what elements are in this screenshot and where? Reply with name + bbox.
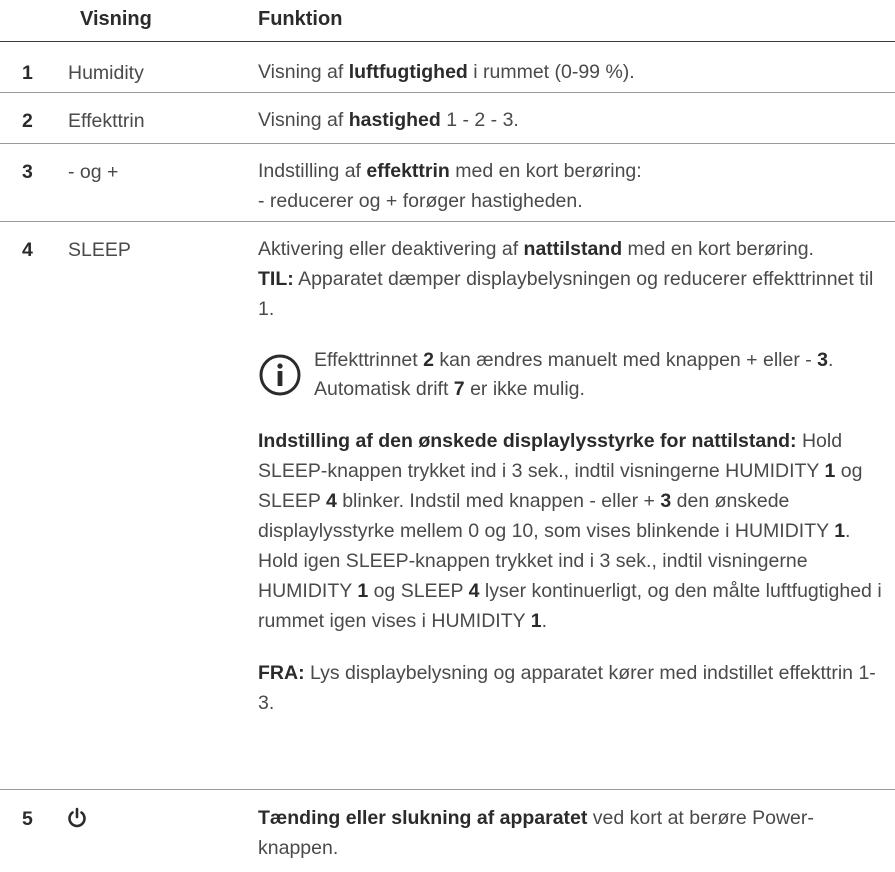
header-visning: Visning xyxy=(80,8,152,30)
til-text: TIL: Apparatet dæmper displaybelysningen… xyxy=(258,268,874,320)
table-row-5: 5 Tænding eller slukning af apparatet ve… xyxy=(0,790,895,870)
row-number: 2 xyxy=(22,110,33,132)
row-funktion: Tænding eller slukning af apparatet ved … xyxy=(258,807,814,859)
row-funktion: Aktivering eller deaktivering af nattils… xyxy=(258,234,886,718)
fra-text: FRA: Lys displaybelysning og apparatet k… xyxy=(258,662,876,714)
row-funktion: Visning af luftfugtighed i rummet (0-99 … xyxy=(258,61,635,83)
row-visning: SLEEP xyxy=(68,239,131,261)
info-icon xyxy=(259,354,301,396)
brightness-text: Indstilling af den ønskede displaylyssty… xyxy=(258,430,882,632)
row-number: 1 xyxy=(22,62,33,84)
table-row-4: 4 SLEEP Aktivering eller deaktivering af… xyxy=(0,222,895,790)
power-icon xyxy=(68,807,86,828)
row-number: 4 xyxy=(22,239,33,261)
table-row-1: 1 Humidity Visning af luftfugtighed i ru… xyxy=(0,42,895,93)
row-number: 3 xyxy=(22,161,33,183)
row-number: 5 xyxy=(22,808,33,830)
table-row-3: 3 - og + Indstilling af effekttrin med e… xyxy=(0,144,895,222)
header-funktion: Funktion xyxy=(258,8,343,30)
table-row-2: 2 Effekttrin Visning af hastighed 1 - 2 … xyxy=(0,93,895,144)
row-visning: - og + xyxy=(68,161,119,183)
row-funktion: Visning af hastighed 1 - 2 - 3. xyxy=(258,109,519,131)
row-funktion: Indstilling af effekttrin med en kort be… xyxy=(258,160,642,212)
activation-text: Aktivering eller deaktivering af nattils… xyxy=(258,238,814,260)
row-visning: Effekttrin xyxy=(68,110,145,132)
info-note: Effekttrinnet 2 kan ændres manuelt med k… xyxy=(258,346,886,404)
row-visning: Humidity xyxy=(68,62,144,84)
table-header: Visning Funktion xyxy=(0,0,895,42)
